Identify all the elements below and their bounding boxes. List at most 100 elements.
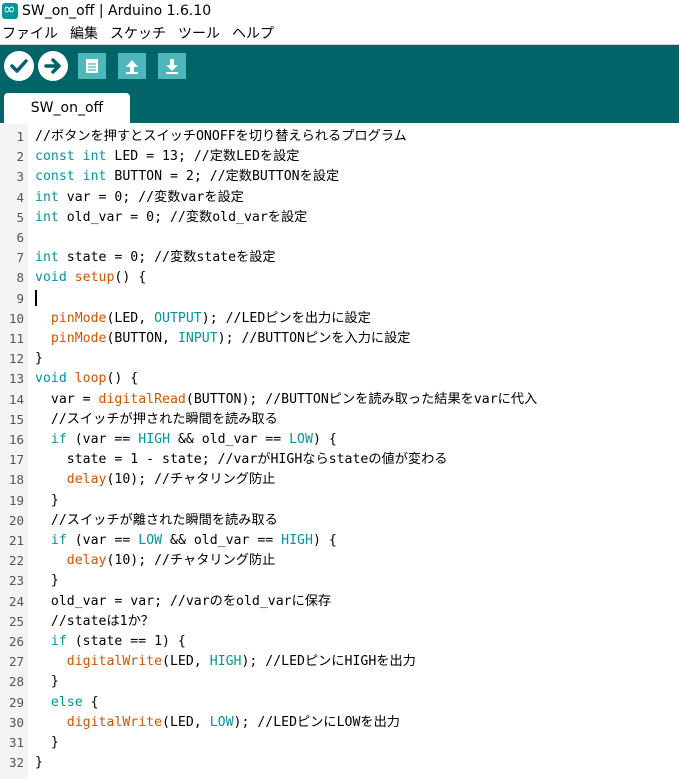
line-number: 1 (16, 129, 24, 144)
code-token: //スイッチが押された瞬間を読み取る (35, 411, 278, 427)
code-line: 30 digitalWrite(LED, LOW); //LEDピンにLOWを出… (0, 713, 679, 733)
code-line: 13 void loop() { (0, 369, 679, 389)
code-token: (state == 1) { (66, 634, 186, 649)
code-text: } (35, 733, 59, 753)
line-number: 30 (8, 714, 24, 730)
code-text: if (var == LOW && old_var == HIGH) { (35, 531, 337, 551)
code-constant: LOW (209, 714, 234, 730)
code-keyword: else (50, 694, 83, 710)
code-text: //ボタンを押すとスイッチONOFFを切り替えられるプログラム (35, 127, 407, 147)
code-token: BUTTON = 2; //定数BUTTONを設定 (106, 169, 340, 185)
line-number: 24 (8, 593, 24, 609)
code-function: digitalRead (98, 391, 186, 407)
tab-sw-on-off[interactable]: SW_on_off (4, 93, 130, 123)
code-text: pinMode(BUTTON, INPUT); //BUTTONピンを入力に設定 (35, 329, 411, 349)
code-text: pinMode(LED, OUTPUT); //LEDピンを出力に設定 (35, 309, 371, 329)
code-token: //ボタンを押すとスイッチONOFFを切り替えられるプログラム (35, 129, 407, 144)
code-line: 24 old_var = var; //varのをold_varに保存 (0, 592, 679, 612)
line-number: 27 (8, 654, 24, 670)
code-text: if (state == 1) { (35, 632, 186, 652)
line-number: 32 (8, 755, 24, 771)
code-text: void setup() { (35, 268, 146, 288)
menu-edit[interactable]: 編集 (70, 23, 98, 43)
code-text: digitalWrite(LED, LOW); //LEDピンにLOWを出力 (35, 713, 400, 733)
menu-help[interactable]: ヘルプ (232, 23, 274, 43)
code-keyword: int (35, 209, 59, 225)
menu-sketch[interactable]: スケッチ (110, 23, 166, 43)
line-number: 31 (8, 735, 24, 750)
code-keyword: const (35, 169, 75, 185)
code-token: state = 0; //変数stateを設定 (58, 250, 276, 266)
new-sketch-button[interactable] (78, 53, 106, 79)
code-line: 15 //スイッチが押された瞬間を読み取る (0, 410, 679, 430)
code-constant: HIGH (281, 533, 313, 548)
code-line: 14 var = digitalRead(BUTTON); //BUTTONピン… (0, 390, 679, 410)
code-line: 9 (0, 289, 679, 309)
code-keyword: void (35, 371, 67, 387)
code-keyword: int (35, 189, 59, 205)
line-number: 22 (8, 553, 24, 569)
code-line: 17 state = 1 - state; //varがHIGHならstateの… (0, 450, 679, 470)
open-button[interactable] (118, 53, 146, 79)
code-line: 4 int var = 0; //変数varを設定 (0, 188, 679, 208)
code-token: (10); //チャタリング防止 (106, 472, 276, 488)
save-button[interactable] (158, 53, 186, 79)
code-keyword: int (82, 169, 107, 185)
code-token: } (35, 351, 43, 367)
code-function: digitalWrite (66, 714, 163, 730)
upload-button[interactable] (38, 51, 68, 81)
code-token: (BUTTON, (106, 331, 178, 346)
code-token: && old_var == (170, 432, 290, 447)
code-text: } (35, 349, 43, 369)
code-token: //stateは1か？ (35, 613, 154, 629)
line-number: 9 (16, 290, 24, 306)
new-icon (86, 59, 98, 73)
code-text: old_var = var; //varのをold_varに保存 (35, 592, 331, 612)
code-token: (LED, (162, 654, 210, 670)
code-function: digitalWrite (66, 654, 163, 670)
code-line: 2 const int LED = 13; //定数LEDを設定 (0, 147, 679, 167)
code-line: 23 } (0, 571, 679, 591)
line-number: 7 (16, 250, 24, 266)
code-line: 27 digitalWrite(LED, HIGH); //LEDピンにHIGH… (0, 652, 679, 672)
code-token: (var == (66, 533, 139, 548)
code-text: const int BUTTON = 2; //定数BUTTONを設定 (35, 167, 339, 187)
code-text: digitalWrite(LED, HIGH); //LEDピンにHIGHを出力 (35, 652, 416, 672)
verify-button[interactable] (4, 51, 34, 81)
code-editor[interactable]: 1 //ボタンを押すとスイッチONOFFを切り替えられるプログラム 2 const i… (0, 124, 679, 779)
code-line: 28 } (0, 672, 679, 692)
code-function: setup (74, 270, 115, 286)
line-number: 13 (8, 371, 24, 387)
code-keyword: if (50, 432, 67, 447)
code-function: loop (74, 371, 107, 387)
code-token: } (35, 573, 59, 589)
code-text: delay(10); //チャタリング防止 (35, 551, 276, 571)
code-token: ); //BUTTONピンを入力に設定 (217, 331, 411, 346)
code-token: { (82, 694, 99, 710)
menu-tools[interactable]: ツール (178, 23, 220, 43)
code-token: (LED, (106, 310, 155, 326)
code-text: } (35, 571, 59, 591)
menu-file[interactable]: ファイル (2, 23, 58, 43)
line-number: 16 (8, 432, 24, 447)
code-text: if (var == HIGH && old_var == LOW) { (35, 430, 337, 450)
code-token: && old_var == (162, 533, 282, 548)
code-line: 32} (0, 753, 679, 773)
line-number: 3 (16, 169, 24, 185)
code-token: state = 1 - state; //varがHIGHならstateの値が変… (35, 452, 448, 468)
upload-icon (44, 58, 61, 74)
arduino-logo-icon (2, 0, 18, 19)
code-token: var = (35, 391, 99, 407)
open-icon (126, 60, 138, 74)
tab-bar: SW_on_off (0, 87, 679, 123)
line-number: 10 (8, 310, 24, 326)
code-token: } (35, 755, 43, 771)
